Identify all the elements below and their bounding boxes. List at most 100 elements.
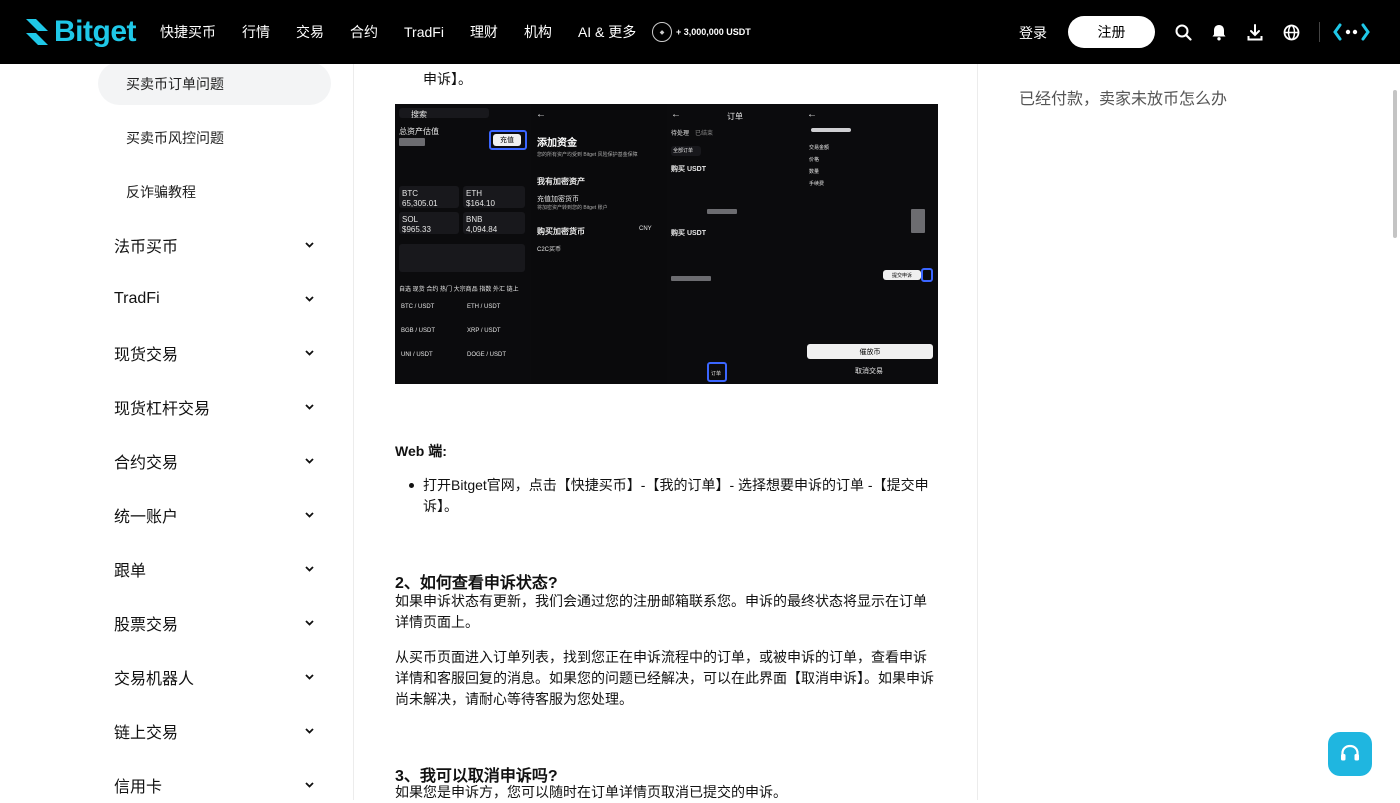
c2c-label: C2C买币 bbox=[537, 247, 562, 253]
pair-row: ETH / USDT bbox=[467, 304, 501, 310]
category-label: 现货杠杆交易 bbox=[114, 401, 211, 418]
blurred-value bbox=[707, 209, 737, 214]
back-arrow-icon: ← bbox=[671, 109, 681, 120]
ticker-price: 4,094.84 bbox=[466, 225, 498, 234]
sidebar-category-futures[interactable]: 合约交易 bbox=[114, 447, 314, 475]
pair-row: BTC / USDT bbox=[401, 304, 435, 310]
pair-row: XRP / USDT bbox=[467, 328, 501, 334]
pair-row: BGB / USDT bbox=[401, 328, 436, 334]
headset-icon bbox=[1341, 744, 1359, 761]
sidebar-category-copy-trading[interactable]: 跟单 bbox=[114, 555, 314, 583]
ticker-pair: SOL bbox=[402, 215, 419, 224]
nav-ai-more[interactable]: AI & 更多 bbox=[578, 22, 636, 42]
buy-crypto-label: 购买加密货币 bbox=[537, 227, 585, 236]
category-label: 统一账户 bbox=[114, 509, 179, 526]
blurred-value bbox=[911, 209, 925, 233]
category-label: 链上交易 bbox=[114, 725, 179, 742]
currency-label: CNY bbox=[639, 226, 652, 232]
nav-markets[interactable]: 行情 bbox=[242, 22, 270, 42]
screenshot-panel-add-funds: ← 添加资金 您的所有资产均受到 Bitget 风险保护基金保障 我有加密资产 … bbox=[531, 104, 667, 384]
chevron-down-icon bbox=[304, 240, 314, 250]
related-article-link[interactable]: 已经付款，卖家未放币怎么办 bbox=[1019, 85, 1227, 109]
nav-tradfi[interactable]: TradFi bbox=[404, 24, 444, 40]
assets-label: 总资产估值 bbox=[399, 127, 439, 136]
sidebar-category-spot[interactable]: 现货交易 bbox=[114, 339, 314, 367]
main-nav: 快捷买币 行情 交易 合约 TradFi 理财 机构 AI & 更多 bbox=[160, 0, 662, 64]
category-label: 信用卡 bbox=[114, 779, 163, 796]
sidebar-category-card[interactable]: 信用卡 bbox=[114, 771, 314, 799]
bitget-ai-icon[interactable] bbox=[1333, 22, 1371, 42]
category-label: 跟单 bbox=[114, 563, 147, 580]
cancel-trade-label: 取消交易 bbox=[855, 368, 883, 375]
ticker-price: $965.33 bbox=[402, 225, 431, 234]
heading-check-appeal-status: 2、如何查看申诉状态? bbox=[395, 575, 558, 592]
order-buy-2: 购买 USDT bbox=[671, 230, 706, 237]
appeal-button: 提交申诉 bbox=[883, 270, 921, 280]
search-text: 搜索 bbox=[411, 110, 427, 119]
nav-quick-buy[interactable]: 快捷买币 bbox=[160, 22, 216, 42]
sidebar-category-unified-account[interactable]: 统一账户 bbox=[114, 501, 314, 529]
detail-price: 价格 bbox=[809, 157, 820, 163]
globe-icon[interactable] bbox=[1281, 22, 1301, 42]
deposit-desc: 将加密资产转到您的 Bitget 账户 bbox=[537, 205, 608, 211]
pair-row: UNI / USDT bbox=[401, 352, 433, 358]
ticker-pair: BTC bbox=[402, 189, 418, 198]
promo-banner[interactable]: ◆ + 3,000,000 USDT bbox=[652, 22, 751, 42]
chevron-down-icon bbox=[304, 510, 314, 520]
chevron-down-icon bbox=[304, 348, 314, 358]
sidebar-subitem-order-issues[interactable]: 买卖币订单问题 bbox=[98, 62, 331, 105]
nav-earn[interactable]: 理财 bbox=[470, 22, 498, 42]
sidebar-subitem-risk-control[interactable]: 买卖币风控问题 bbox=[98, 116, 331, 159]
pair-row: DOGE / USDT bbox=[467, 352, 507, 358]
page-scrollbar[interactable] bbox=[1393, 90, 1397, 238]
highlight-box bbox=[489, 130, 527, 150]
category-label: 现货交易 bbox=[114, 347, 179, 364]
sidebar-category-margin[interactable]: 现货杠杆交易 bbox=[114, 393, 314, 421]
download-icon[interactable] bbox=[1245, 22, 1265, 42]
login-link[interactable]: 登录 bbox=[1019, 23, 1047, 43]
nav-order-label: 订单 bbox=[711, 371, 722, 377]
promo-text: + 3,000,000 USDT bbox=[676, 27, 751, 37]
sidebar-category-bots[interactable]: 交易机器人 bbox=[114, 663, 314, 691]
screenshot-panel-orders: ← 订单 待处理 已结束 全部订单 购买 USDT 购买 USDT 订单 bbox=[667, 104, 803, 384]
web-instruction-bullet: 打开Bitget官网，点击【快捷买币】-【我的订单】- 选择想要申诉的订单 -【… bbox=[409, 475, 938, 517]
article-content: 申诉】。 搜索 总资产估值 充值 BTC 65,305.01 ETH $164.… bbox=[355, 64, 978, 800]
search-icon[interactable] bbox=[1173, 22, 1193, 42]
sidebar-subitem-anti-fraud[interactable]: 反诈骗教程 bbox=[98, 170, 331, 213]
ticker-price: $164.10 bbox=[466, 199, 495, 208]
order-buy-1: 购买 USDT bbox=[671, 166, 706, 173]
sidebar-category-fiat[interactable]: 法币买币 bbox=[114, 231, 314, 259]
customer-support-button[interactable] bbox=[1328, 732, 1372, 776]
chevron-down-icon bbox=[304, 618, 314, 628]
tab-done: 已结束 bbox=[695, 131, 714, 137]
nav-futures[interactable]: 合约 bbox=[350, 22, 378, 42]
market-tabs: 自选 现货 合约 热门 大宗商品 指数 外汇 链上 bbox=[399, 287, 519, 293]
sidebar-category-stocks[interactable]: 股票交易 bbox=[114, 609, 314, 637]
deposit-crypto-label: 充值加密货币 bbox=[537, 196, 579, 203]
progress-bar bbox=[811, 128, 851, 132]
detail-amount: 数量 bbox=[809, 169, 820, 175]
top-header: Bitget 快捷买币 行情 交易 合约 TradFi 理财 机构 AI & 更… bbox=[0, 0, 1400, 64]
nav-institutional[interactable]: 机构 bbox=[524, 22, 552, 42]
article-top-fragment: 申诉】。 bbox=[423, 71, 472, 87]
chevron-down-icon bbox=[304, 564, 314, 574]
nav-trade[interactable]: 交易 bbox=[296, 22, 324, 42]
screenshot-panel-order-detail: ← 交易金额 价格 数量 手续费 提交申诉 催放币 取消交易 bbox=[803, 104, 938, 384]
paragraph-status-1: 如果申诉状态有更新，我们会通过您的注册邮箱联系您。申诉的最终状态将显示在订单详情… bbox=[395, 593, 927, 630]
sidebar-category-onchain[interactable]: 链上交易 bbox=[114, 717, 314, 745]
screenshot-panel-home: 搜索 总资产估值 充值 BTC 65,305.01 ETH $164.10 SO… bbox=[395, 104, 531, 384]
chevron-down-icon bbox=[304, 456, 314, 466]
release-button: 催放币 bbox=[807, 344, 933, 359]
category-label: 法币买币 bbox=[114, 239, 179, 256]
logo-text: Bitget bbox=[54, 15, 137, 48]
bitget-logo[interactable]: Bitget bbox=[24, 15, 137, 48]
bitget-logo-icon bbox=[26, 19, 48, 45]
ticker-price: 65,305.01 bbox=[402, 199, 438, 208]
back-arrow-icon: ← bbox=[807, 109, 817, 120]
blurred-balance bbox=[399, 138, 425, 146]
add-funds-title: 添加资金 bbox=[537, 138, 577, 149]
ticker-pair: ETH bbox=[466, 189, 482, 198]
bell-icon[interactable] bbox=[1209, 22, 1229, 42]
sidebar-category-tradfi[interactable]: TradFi bbox=[114, 285, 314, 313]
register-button[interactable]: 注册 bbox=[1068, 16, 1155, 48]
